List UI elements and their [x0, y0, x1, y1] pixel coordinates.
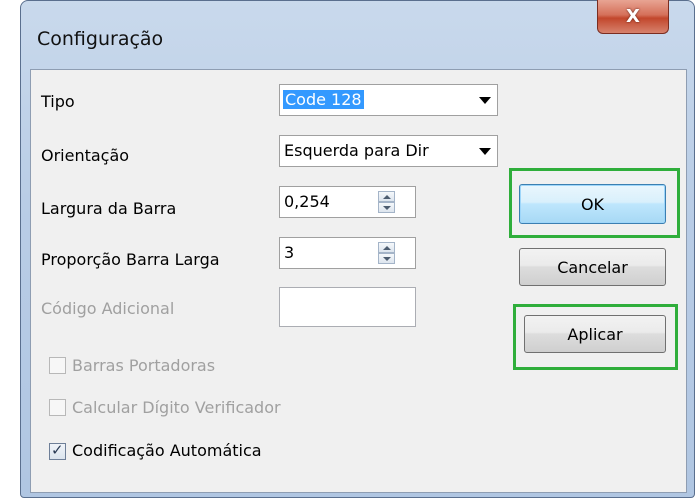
codificacao-automatica-label: Codificação Automática: [72, 441, 262, 460]
largura-value: 0,254: [284, 192, 330, 211]
chevron-down-icon: [479, 148, 491, 155]
codificacao-automatica-checkbox[interactable]: ✓: [49, 441, 66, 460]
spin-down-icon[interactable]: [378, 253, 395, 264]
tipo-dropdown[interactable]: Code 128: [279, 84, 498, 116]
apply-highlight-box: [513, 304, 678, 370]
close-icon: X: [626, 6, 640, 27]
close-button[interactable]: X: [597, 0, 669, 34]
largura-stepper[interactable]: 0,254: [279, 186, 416, 218]
spin-buttons: [378, 191, 395, 213]
codigo-adicional-input[interactable]: [279, 287, 416, 327]
spin-up-icon[interactable]: [378, 191, 395, 202]
checkmark-icon: ✓: [51, 441, 64, 459]
proporcao-label: Proporção Barra Larga: [41, 250, 220, 269]
spin-up-icon[interactable]: [378, 242, 395, 253]
chevron-down-icon: [479, 97, 491, 104]
tipo-value: Code 128: [283, 90, 364, 109]
barras-portadoras-checkbox[interactable]: [49, 357, 66, 374]
spin-buttons: [378, 242, 395, 264]
proporcao-value: 3: [284, 243, 295, 262]
largura-label: Largura da Barra: [41, 199, 177, 218]
dialog-title: Configuração: [37, 28, 164, 50]
calcular-digito-label: Calcular Dígito Verificador: [72, 398, 281, 417]
ok-highlight-box: [509, 168, 680, 238]
barras-portadoras-label: Barras Portadoras: [72, 356, 216, 375]
codigo-adicional-label: Código Adicional: [41, 299, 175, 318]
proporcao-stepper[interactable]: 3: [279, 237, 416, 269]
calcular-digito-checkbox[interactable]: [49, 399, 66, 416]
spin-down-icon[interactable]: [378, 202, 395, 213]
tipo-label: Tipo: [41, 92, 75, 111]
cancel-button[interactable]: Cancelar: [519, 248, 666, 286]
orientacao-label: Orientação: [41, 146, 130, 165]
orientacao-dropdown[interactable]: Esquerda para Dir: [279, 135, 498, 167]
orientacao-value: Esquerda para Dir: [284, 141, 429, 160]
